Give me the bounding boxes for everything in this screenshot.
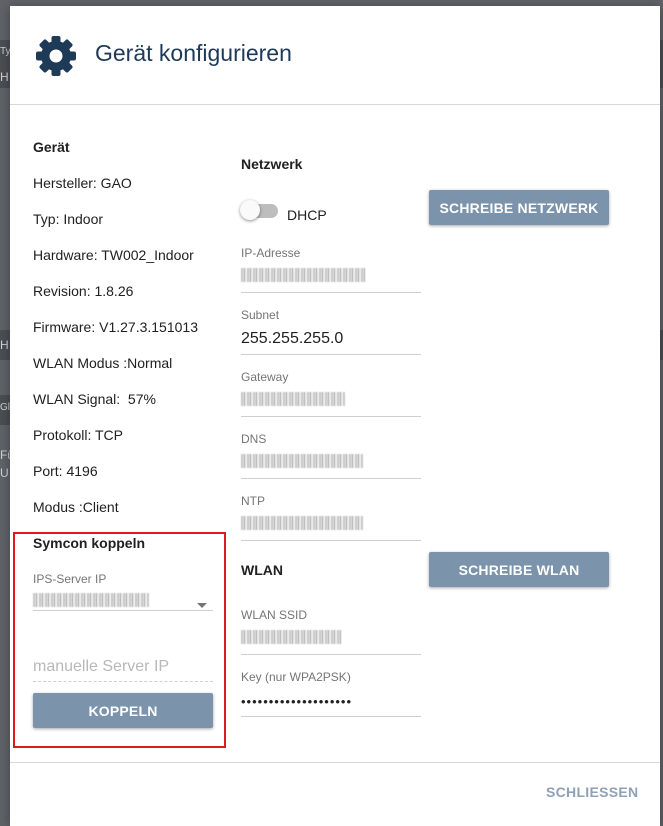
wlan-key-value: ••••••••••••••••••••	[241, 694, 353, 709]
gear-icon	[35, 35, 77, 77]
couple-button[interactable]: KOPPELN	[33, 693, 213, 728]
dialog-footer-divider	[10, 762, 660, 763]
server-ip-underline	[33, 610, 213, 611]
subnet-field[interactable]: Subnet 255.255.255.0	[241, 308, 421, 355]
ip-address-label: IP-Adresse	[241, 246, 301, 260]
ntp-label: NTP	[241, 494, 265, 508]
wlan-heading: WLAN	[241, 562, 283, 578]
dhcp-label: DHCP	[287, 207, 327, 223]
wlan-ssid-field[interactable]: WLAN SSID	[241, 608, 421, 655]
close-button[interactable]: SCHLIESSEN	[546, 784, 638, 800]
device-info-row: Port: 4196	[33, 463, 98, 479]
background-text: Ty	[0, 46, 11, 57]
background-text: Gl	[0, 402, 10, 413]
device-info-row: Hersteller: GAO	[33, 175, 132, 191]
redacted-value	[33, 593, 149, 607]
background-text: H	[0, 70, 9, 84]
server-ip-label: IPS-Server IP	[33, 572, 107, 586]
device-heading: Gerät	[33, 139, 70, 155]
ip-address-field[interactable]: IP-Adresse	[241, 246, 421, 293]
wlan-key-label: Key (nur WPA2PSK)	[241, 670, 351, 684]
chevron-down-icon	[196, 597, 208, 615]
redacted-value	[241, 630, 341, 644]
write-network-button[interactable]: SCHREIBE NETZWERK	[429, 190, 609, 225]
device-info-row: WLAN Signal: 57%	[33, 391, 156, 407]
device-info-row: Firmware: V1.27.3.151013	[33, 319, 198, 335]
redacted-value	[241, 454, 363, 468]
device-info-row: Typ: Indoor	[33, 211, 104, 227]
configure-device-dialog: Gerät konfigurieren Gerät Hersteller: GA…	[10, 6, 660, 826]
server-ip-select[interactable]: IPS-Server IP	[33, 572, 213, 610]
device-info-row: Modus :Client	[33, 499, 119, 515]
device-info-row: WLAN Modus :Normal	[33, 355, 173, 371]
gateway-field[interactable]: Gateway	[241, 370, 421, 417]
manual-server-ip-input[interactable]	[33, 653, 213, 682]
ntp-field[interactable]: NTP	[241, 494, 421, 541]
wlan-key-field[interactable]: Key (nur WPA2PSK) ••••••••••••••••••••	[241, 670, 421, 717]
device-info-row: Hardware: TW002_Indoor	[33, 247, 194, 263]
subnet-label: Subnet	[241, 308, 280, 322]
network-heading: Netzwerk	[241, 156, 303, 172]
wlan-ssid-label: WLAN SSID	[241, 608, 308, 622]
redacted-value	[241, 268, 365, 282]
redacted-value	[241, 392, 345, 406]
dns-label: DNS	[241, 432, 267, 446]
dialog-title: Gerät konfigurieren	[95, 40, 292, 66]
redacted-value	[241, 516, 363, 530]
gateway-label: Gateway	[241, 370, 289, 384]
symcon-heading: Symcon koppeln	[33, 535, 146, 551]
device-info-row: Revision: 1.8.26	[33, 283, 134, 299]
background-text: U	[0, 466, 9, 480]
dns-field[interactable]: DNS	[241, 432, 421, 479]
device-info-row: Protokoll: TCP	[33, 427, 123, 443]
background-text: H	[0, 338, 9, 352]
dhcp-toggle-knob	[240, 200, 260, 220]
write-wlan-button[interactable]: SCHREIBE WLAN	[429, 552, 609, 587]
dialog-header: Gerät konfigurieren	[10, 6, 660, 105]
subnet-value: 255.255.255.0	[241, 330, 344, 347]
